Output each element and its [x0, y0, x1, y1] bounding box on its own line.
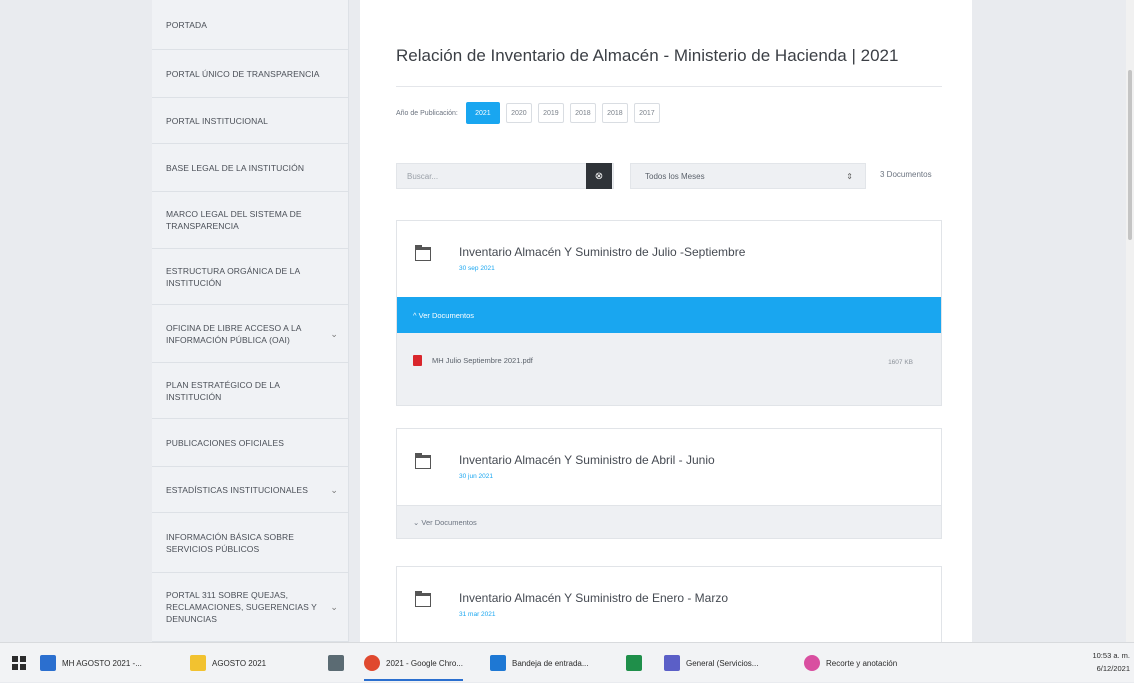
year-filter-label: Año de Publicación:	[396, 109, 458, 117]
folder-icon	[190, 655, 206, 671]
taskbar-item-label: Recorte y anotación	[826, 658, 898, 668]
app-icon	[328, 655, 344, 671]
year-filter: Año de Publicación: 2021 2020 2019 2018 …	[396, 102, 660, 124]
sidebar-item-base-legal[interactable]: BASE LEGAL DE LA INSTITUCIÓN	[152, 144, 348, 192]
page-title: Relación de Inventario de Almacén - Mini…	[396, 46, 899, 65]
sidebar-item-label: MARCO LEGAL DEL SISTEMA DE TRANSPARENCIA	[166, 209, 302, 231]
document-count: 3 Documentos	[880, 170, 932, 179]
taskbar-item-label: 2021 - Google Chro...	[386, 658, 463, 668]
chrome-icon	[364, 655, 380, 671]
taskbar-item-snip[interactable]: Recorte y anotación	[804, 643, 897, 683]
sidebar-item-label: PORTAL ÚNICO DE TRANSPARENCIA	[166, 68, 320, 79]
year-button-2020[interactable]: 2020	[505, 103, 532, 123]
excel-icon	[626, 655, 642, 671]
sidebar-item-label: PORTAL INSTITUCIONAL	[166, 115, 268, 126]
sidebar-item-portada[interactable]: PORTADA	[152, 0, 348, 50]
card-title: Inventario Almacén Y Suministro de Julio…	[459, 245, 746, 259]
sidebar-item-estadisticas[interactable]: ESTADÍSTICAS INSTITUCIONALES ⌄	[152, 467, 348, 513]
card-title: Inventario Almacén Y Suministro de Abril…	[459, 453, 715, 467]
main-content: Relación de Inventario de Almacén - Mini…	[360, 0, 972, 642]
toggle-documents-button[interactable]: ⌄ Ver Documentos	[397, 505, 941, 538]
year-button-2017[interactable]: 2017	[633, 103, 660, 123]
sidebar-item-marco-legal[interactable]: MARCO LEGAL DEL SISTEMA DE TRANSPARENCIA	[152, 192, 348, 249]
document-list: MH Julio Septiembre 2021.pdf 1607 KB	[397, 333, 941, 405]
card-date: 31 mar 2021	[459, 611, 496, 618]
select-arrows-icon: ⇕	[846, 171, 853, 181]
sidebar-item-publicaciones[interactable]: PUBLICACIONES OFICIALES	[152, 419, 348, 467]
sidebar-item-label: PORTADA	[166, 19, 208, 30]
taskbar-item-excel[interactable]	[626, 643, 642, 683]
clock-time: 10:53 a. m.	[1092, 651, 1130, 660]
taskbar-item-word[interactable]: MH AGOSTO 2021 -...	[40, 643, 142, 683]
teams-icon	[664, 655, 680, 671]
taskbar-item-outlook[interactable]: Bandeja de entrada...	[490, 643, 589, 683]
chevron-down-icon: ⌄	[330, 602, 338, 612]
chevron-down-icon: ⌄	[330, 484, 338, 495]
chevron-down-icon: ⌄	[330, 328, 338, 339]
document-link[interactable]: MH Julio Septiembre 2021.pdf	[413, 355, 533, 366]
snip-icon	[804, 655, 820, 671]
taskbar-item-label: MH AGOSTO 2021 -...	[62, 658, 142, 668]
pdf-icon	[413, 355, 422, 366]
word-icon	[40, 655, 56, 671]
search-icon: ⊗	[594, 170, 604, 182]
taskbar-item-label: General (Servicios...	[686, 658, 759, 668]
sidebar-item-portal-unico[interactable]: PORTAL ÚNICO DE TRANSPARENCIA	[152, 50, 348, 98]
year-button-2018[interactable]: 2018	[569, 103, 596, 123]
card-date: 30 sep 2021	[459, 265, 495, 272]
document-name: MH Julio Septiembre 2021.pdf	[432, 356, 533, 365]
card-header: Inventario Almacén Y Suministro de Abril…	[397, 429, 941, 505]
taskbar-item-app[interactable]	[328, 643, 344, 683]
scrollbar-thumb[interactable]	[1128, 70, 1132, 240]
toggle-documents-button[interactable]: ^ Ver Documentos	[397, 297, 941, 339]
page-background	[972, 0, 1126, 642]
month-select[interactable]: Todos los Meses ⇕	[630, 163, 866, 189]
document-card: Inventario Almacén Y Suministro de Julio…	[396, 220, 942, 406]
folder-icon	[414, 245, 431, 261]
search-button[interactable]: ⊗	[586, 163, 612, 189]
document-size: 1607 KB	[888, 359, 913, 366]
document-card: Inventario Almacén Y Suministro de Enero…	[396, 566, 942, 642]
taskbar-item-label: AGOSTO 2021	[212, 658, 267, 668]
folder-icon	[414, 591, 431, 607]
card-title: Inventario Almacén Y Suministro de Enero…	[459, 591, 729, 605]
year-button-2018b[interactable]: 2018	[601, 103, 628, 123]
divider	[396, 86, 942, 87]
sidebar-item-portal-institucional[interactable]: PORTAL INSTITUCIONAL	[152, 98, 348, 144]
sidebar-item-label: BASE LEGAL DE LA INSTITUCIÓN	[166, 162, 305, 173]
scrollbar[interactable]	[1126, 0, 1134, 642]
sidebar-item-plan-estrategico[interactable]: PLAN ESTRATÉGICO DE LA INSTITUCIÓN	[152, 363, 348, 419]
sidebar-item-label: PUBLICACIONES OFICIALES	[166, 437, 285, 448]
sidebar-item-label: PLAN ESTRATÉGICO DE LA INSTITUCIÓN	[166, 379, 280, 402]
card-header: Inventario Almacén Y Suministro de Enero…	[397, 567, 941, 642]
document-card: Inventario Almacén Y Suministro de Abril…	[396, 428, 942, 539]
sidebar: PORTADA PORTAL ÚNICO DE TRANSPARENCIA PO…	[152, 0, 349, 642]
taskbar-item-label: Bandeja de entrada...	[512, 658, 589, 668]
taskbar-item-folder[interactable]: AGOSTO 2021	[190, 643, 266, 683]
month-select-value: Todos los Meses	[645, 171, 705, 181]
sidebar-item-label: ESTRUCTURA ORGÁNICA DE LA INSTITUCIÓN	[166, 265, 300, 288]
year-button-2021[interactable]: 2021	[465, 102, 500, 124]
windows-start-icon[interactable]	[12, 656, 26, 670]
card-date: 30 jun 2021	[459, 473, 493, 480]
search-input[interactable]: Buscar...	[396, 163, 614, 189]
sidebar-item-label: INFORMACIÓN BÁSICA SOBRE SERVICIOS PÚBLI…	[166, 531, 295, 554]
sidebar-item-label: PORTAL 311 SOBRE QUEJAS, RECLAMACIONES, …	[166, 590, 317, 624]
taskbar-item-teams[interactable]: General (Servicios...	[664, 643, 758, 683]
taskbar: MH AGOSTO 2021 -... AGOSTO 2021 2021 - G…	[0, 642, 1134, 682]
outlook-icon	[490, 655, 506, 671]
clock-date: 6/12/2021	[1096, 664, 1130, 673]
sidebar-item-informacion-basica[interactable]: INFORMACIÓN BÁSICA SOBRE SERVICIOS PÚBLI…	[152, 513, 348, 573]
sidebar-item-label: ESTADÍSTICAS INSTITUCIONALES	[166, 484, 308, 495]
folder-icon	[414, 453, 431, 469]
sidebar-item-label: OFICINA DE LIBRE ACCESO A LA INFORMACIÓN…	[166, 322, 302, 345]
system-clock[interactable]: 10:53 a. m. 6/12/2021	[1090, 649, 1130, 675]
sidebar-item-portal-311[interactable]: PORTAL 311 SOBRE QUEJAS, RECLAMACIONES, …	[152, 573, 348, 642]
sidebar-item-oai[interactable]: OFICINA DE LIBRE ACCESO A LA INFORMACIÓN…	[152, 305, 348, 363]
taskbar-item-chrome[interactable]: 2021 - Google Chro...	[364, 643, 463, 683]
year-button-2019[interactable]: 2019	[537, 103, 564, 123]
card-header: Inventario Almacén Y Suministro de Julio…	[397, 221, 941, 297]
sidebar-item-estructura-organica[interactable]: ESTRUCTURA ORGÁNICA DE LA INSTITUCIÓN	[152, 249, 348, 305]
active-indicator	[364, 679, 463, 681]
